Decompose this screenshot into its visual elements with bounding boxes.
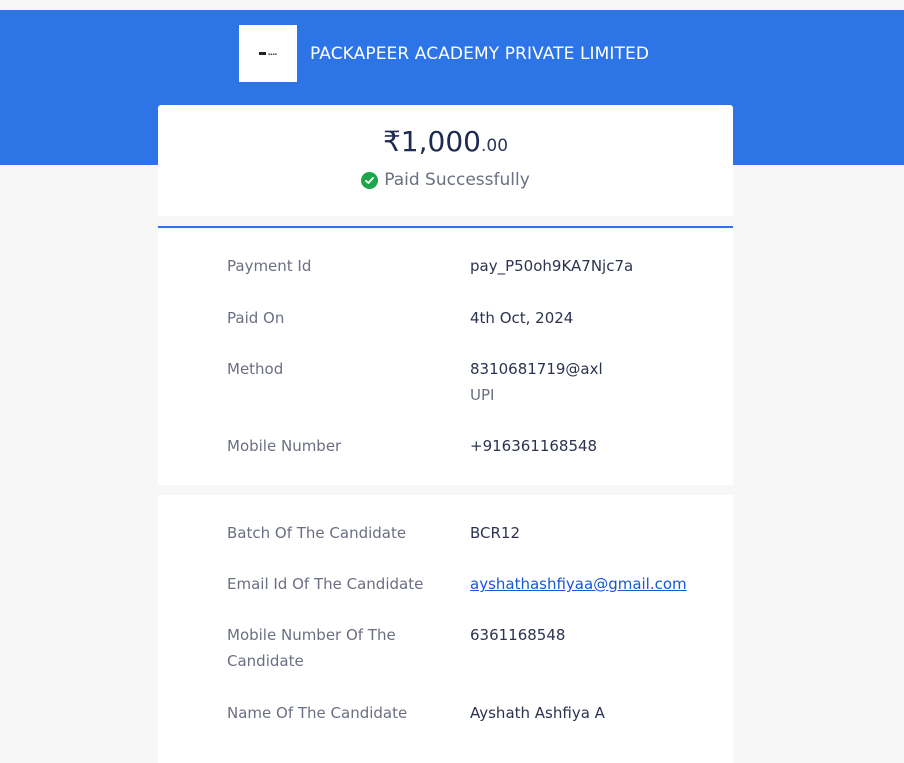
candidate-details-card: Batch Of The Candidate BCR12 Email Id Of… <box>158 495 733 763</box>
check-circle-icon <box>361 171 379 189</box>
detail-subvalue: UPI <box>470 386 495 404</box>
detail-value: BCR12 <box>470 524 521 542</box>
detail-value-group: 8310681719@axl UPI <box>470 356 720 408</box>
amount: ₹1,000.00 <box>158 125 733 158</box>
amount-main: ₹1,000 <box>382 125 481 158</box>
payment-details-card: Payment Id pay_P50oh9KA7Njc7a Paid On 4t… <box>158 229 733 485</box>
detail-value: 8310681719@axl <box>470 360 603 378</box>
detail-label: Batch Of The Candidate <box>227 524 407 542</box>
logo-icon: ▪▪▪▪ <box>259 52 277 56</box>
detail-value: 4th Oct, 2024 <box>470 309 574 327</box>
detail-label: Mobile Number <box>227 437 342 455</box>
payment-status: Paid Successfully <box>158 170 733 190</box>
detail-label: Name Of The Candidate <box>227 704 408 722</box>
email-link[interactable]: ayshathashfiyaa@gmail.com <box>470 575 687 593</box>
detail-value-wrap: ayshathashfiyaa@gmail.com <box>470 571 720 597</box>
detail-value: Ayshath Ashfiya A <box>470 704 605 722</box>
status-text: Paid Successfully <box>384 170 530 190</box>
amount-decimal: .00 <box>480 136 509 156</box>
merchant-logo: ▪▪▪▪ <box>239 25 297 82</box>
merchant-name: PACKAPEER ACADEMY PRIVATE LIMITED <box>310 43 650 64</box>
detail-label: Payment Id <box>227 257 312 275</box>
section-divider <box>158 226 733 228</box>
amount-card: ₹1,000.00 Paid Successfully <box>158 105 733 216</box>
detail-label: Method <box>227 360 284 378</box>
payment-receipt-page: ▪▪▪▪ PACKAPEER ACADEMY PRIVATE LIMITED ₹… <box>0 0 904 763</box>
detail-label: Email Id Of The Candidate <box>227 575 424 593</box>
detail-value: +916361168548 <box>470 437 598 455</box>
merchant-header: ▪▪▪▪ PACKAPEER ACADEMY PRIVATE LIMITED <box>239 25 649 82</box>
detail-value: pay_P50oh9KA7Njc7a <box>470 257 634 275</box>
detail-value: 6361168548 <box>470 626 566 644</box>
detail-label: Paid On <box>227 309 285 327</box>
detail-label: Mobile Number Of The Candidate <box>227 626 396 670</box>
